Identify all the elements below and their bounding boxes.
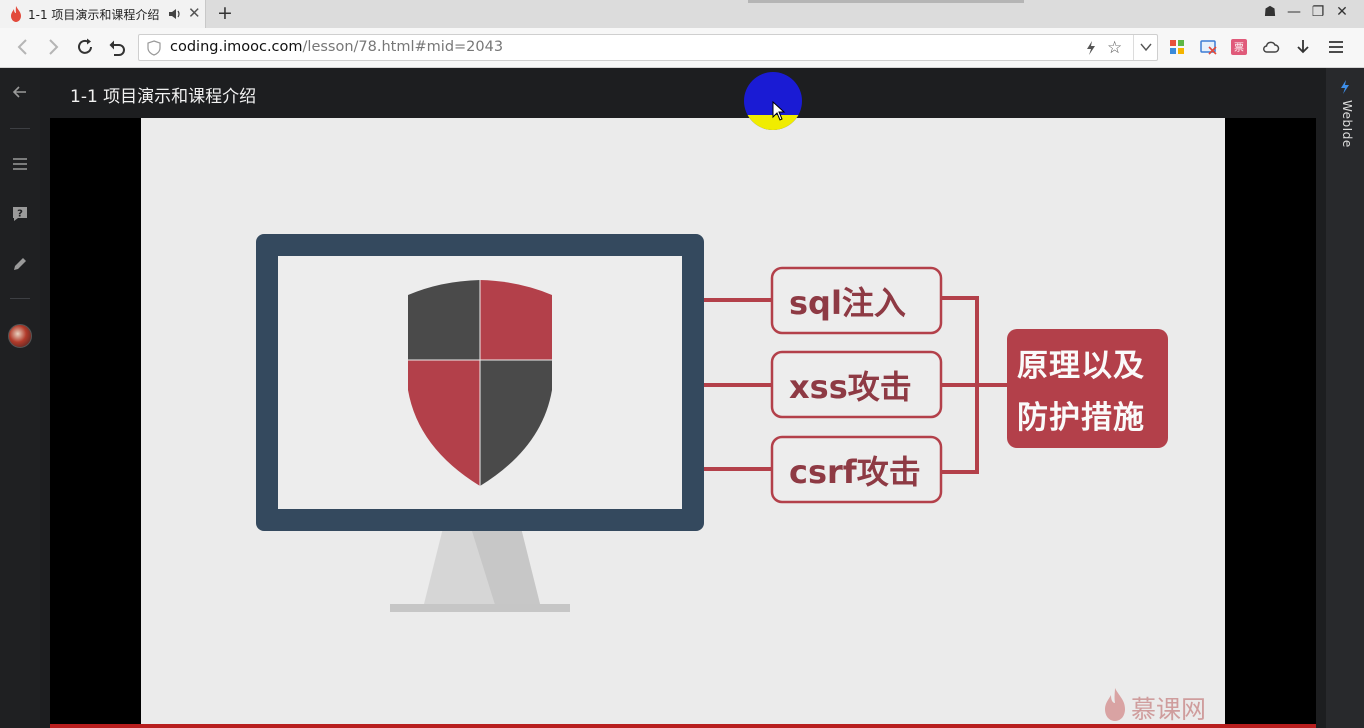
avatar[interactable] bbox=[8, 324, 32, 348]
minimize-button[interactable]: — bbox=[1286, 4, 1302, 20]
reload-icon[interactable] bbox=[74, 36, 96, 58]
question-icon[interactable]: ? bbox=[10, 204, 30, 224]
speaker-icon[interactable] bbox=[168, 7, 182, 21]
chevron-down-icon[interactable] bbox=[1139, 39, 1153, 55]
notes-pencil-icon[interactable] bbox=[10, 254, 30, 274]
mouse-cursor-icon bbox=[772, 101, 786, 121]
menu-icon[interactable] bbox=[1327, 38, 1345, 56]
monitor-base bbox=[390, 604, 570, 612]
topic-xss-attack: xss攻击 bbox=[789, 368, 912, 406]
webide-side-panel[interactable]: WebIde bbox=[1326, 68, 1364, 728]
summary-line-1: 原理以及 bbox=[1017, 348, 1145, 384]
video-frame: sql注入 xss攻击 csrf攻击 原理以及 防护措施 慕课网 bbox=[141, 118, 1225, 724]
shield-icon bbox=[147, 40, 161, 56]
browser-tab-active[interactable]: 1-1 项目演示和课程介绍 ✕ bbox=[0, 0, 206, 28]
topic-sql-injection: sql注入 bbox=[789, 284, 906, 322]
ticket-extension-icon[interactable]: 票 bbox=[1230, 38, 1248, 56]
tab-close-icon[interactable]: ✕ bbox=[188, 4, 201, 22]
back-arrow-icon[interactable] bbox=[10, 82, 30, 102]
imooc-logo-icon bbox=[1105, 688, 1125, 721]
webide-label: WebIde bbox=[1340, 100, 1354, 148]
imooc-flame-icon bbox=[11, 6, 21, 22]
screenshot-extension-icon[interactable] bbox=[1200, 38, 1218, 56]
bookmark-star-icon[interactable]: ☆ bbox=[1107, 38, 1122, 58]
back-icon[interactable] bbox=[12, 36, 34, 58]
watermark-text: 慕课网 bbox=[1131, 695, 1207, 724]
url-text[interactable]: coding.imooc.com/lesson/78.html#mid=2043 bbox=[170, 39, 503, 55]
address-divider bbox=[1133, 35, 1134, 60]
lesson-header: 1-1 项目演示和课程介绍 bbox=[40, 68, 1326, 118]
new-tab-button[interactable]: + bbox=[216, 2, 234, 24]
cloud-icon[interactable] bbox=[1262, 38, 1280, 56]
maximize-button[interactable]: ❐ bbox=[1310, 4, 1326, 20]
browser-toolbar: coding.imooc.com/lesson/78.html#mid=2043… bbox=[0, 28, 1364, 68]
topic-csrf-attack: csrf攻击 bbox=[789, 453, 921, 491]
forward-icon[interactable] bbox=[42, 36, 64, 58]
rail-divider bbox=[10, 298, 30, 299]
undo-icon[interactable] bbox=[106, 36, 128, 58]
svg-text:?: ? bbox=[17, 209, 23, 220]
webide-lightning-icon bbox=[1341, 80, 1349, 94]
apps-grid-icon[interactable] bbox=[1168, 38, 1186, 56]
video-player[interactable]: sql注入 xss攻击 csrf攻击 原理以及 防护措施 慕课网 bbox=[50, 118, 1316, 728]
skin-icon[interactable]: ☗ bbox=[1262, 4, 1278, 20]
summary-line-2: 防护措施 bbox=[1017, 400, 1145, 436]
address-bar[interactable]: coding.imooc.com/lesson/78.html#mid=2043… bbox=[138, 34, 1158, 61]
video-progress-bar[interactable] bbox=[50, 724, 1316, 728]
close-window-button[interactable]: ✕ bbox=[1334, 4, 1350, 20]
lightning-icon[interactable] bbox=[1085, 40, 1097, 56]
rail-divider bbox=[10, 128, 30, 129]
left-rail: ? bbox=[0, 68, 40, 728]
svg-text:票: 票 bbox=[1234, 42, 1244, 54]
tab-title: 1-1 项目演示和课程介绍 bbox=[28, 8, 160, 22]
tab-bar: 1-1 项目演示和课程介绍 ✕ + ☗ — ❐ ✕ bbox=[0, 0, 1364, 28]
page-title: 1-1 项目演示和课程介绍 bbox=[70, 87, 257, 107]
chapter-list-icon[interactable] bbox=[10, 154, 30, 174]
drag-strip bbox=[748, 0, 1024, 3]
download-icon[interactable] bbox=[1294, 38, 1312, 56]
